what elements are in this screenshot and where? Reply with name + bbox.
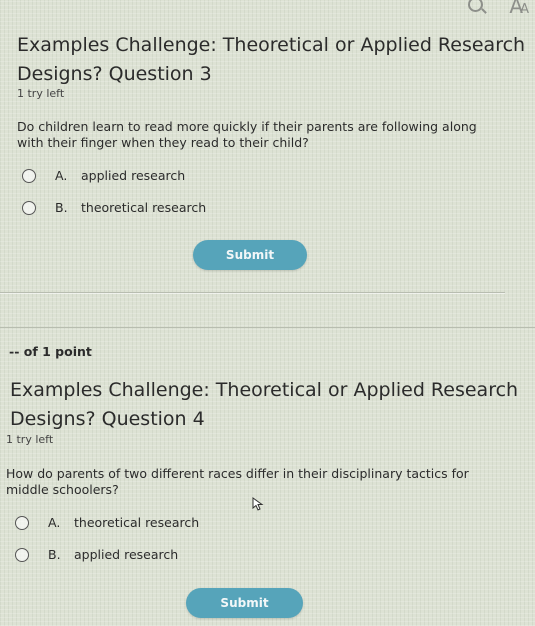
radio-button[interactable] [22, 200, 36, 215]
search-icon[interactable] [468, 0, 483, 12]
points-label: -- of 1 point [9, 344, 92, 359]
mouse-pointer-icon [252, 497, 264, 511]
question-4-title: Examples Challenge: Theoretical or Appli… [10, 379, 519, 430]
option-label: applied research [81, 168, 186, 183]
radio-button[interactable] [22, 168, 36, 183]
question-4-option-a[interactable]: A. theoretical research [15, 515, 199, 530]
option-label: applied research [74, 547, 179, 562]
panel-divider-highlight [0, 293, 505, 294]
question-4-text: How do parents of two different races di… [6, 466, 469, 497]
question-4-tries: 1 try left [6, 433, 54, 446]
question-3-tries: 1 try left [17, 87, 65, 100]
question-3-option-a[interactable]: A. applied research [22, 168, 185, 183]
option-label: theoretical research [74, 515, 200, 530]
text-size-icon[interactable]: AA [509, 0, 529, 18]
top-toolbar: AA [0, 0, 535, 22]
question-3-submit-button[interactable]: Submit [193, 240, 307, 270]
question-4-option-b[interactable]: B. applied research [15, 547, 178, 562]
radio-button[interactable] [15, 547, 29, 562]
panel-divider [0, 327, 535, 328]
option-label: theoretical research [81, 200, 207, 215]
question-3-title: Examples Challenge: Theoretical or Appli… [17, 34, 526, 85]
question-3-option-b[interactable]: B. theoretical research [22, 200, 206, 215]
question-4-submit-button[interactable]: Submit [186, 588, 303, 618]
radio-button[interactable] [15, 515, 29, 530]
question-3-text: Do children learn to read more quickly i… [17, 119, 477, 150]
